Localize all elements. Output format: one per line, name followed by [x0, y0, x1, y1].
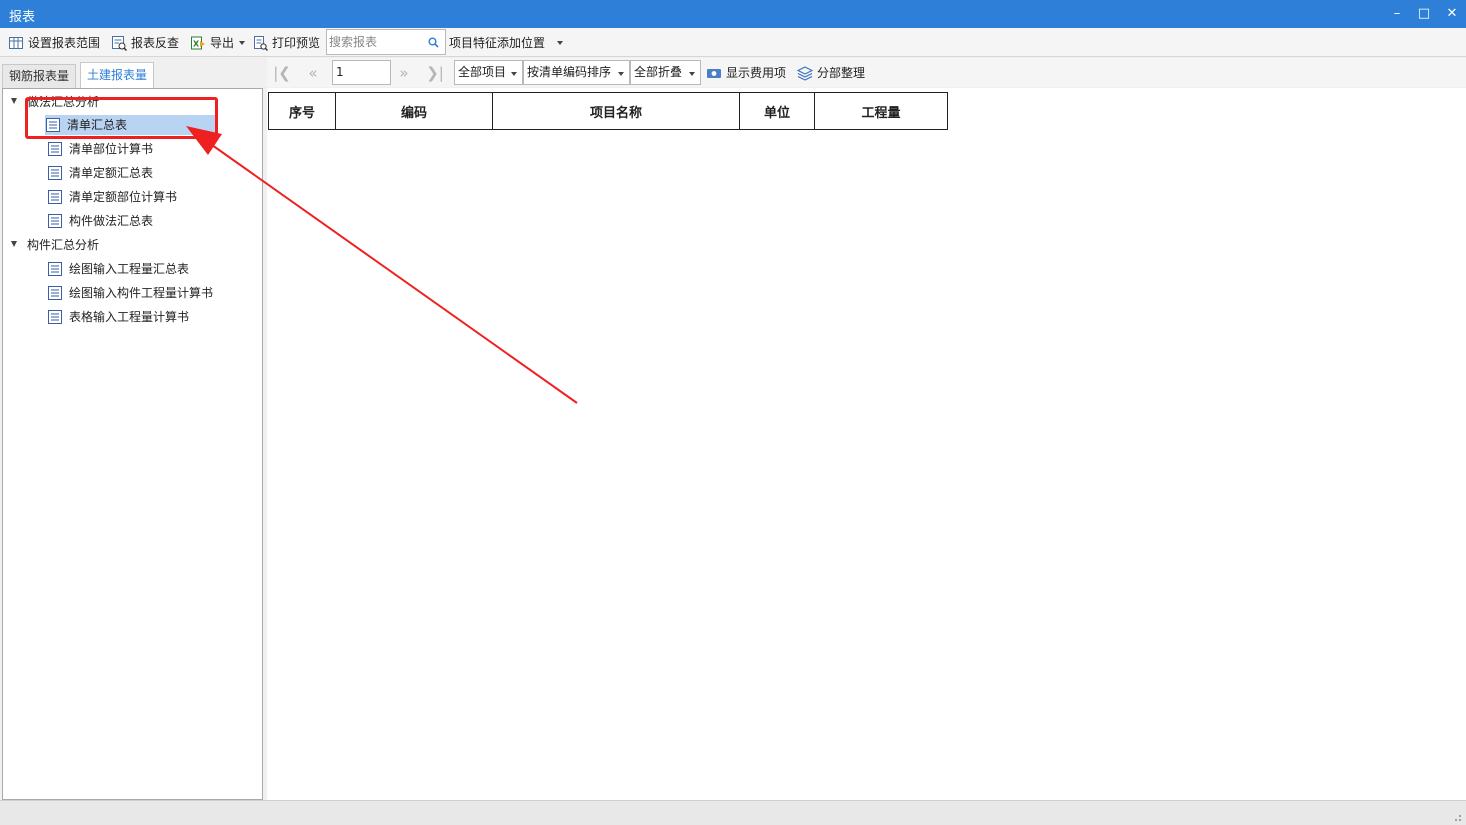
report-tree: 做法汇总分析 清单汇总表 清单部位计算书 清单定额汇总表 清单定额部位计算书 构… [2, 88, 263, 800]
window-title: 报表 [9, 10, 36, 25]
report-search-icon [112, 36, 127, 51]
report-check-label: 报表反查 [131, 36, 180, 50]
tree-item-label: 构件做法汇总表 [69, 214, 154, 228]
column-header-index[interactable]: 序号 [268, 92, 336, 130]
tree-item-bill-location-calc[interactable]: 清单部位计算书 [47, 139, 247, 159]
svg-text:X: X [193, 40, 200, 49]
report-view-panel: |❮ « 1 » ❯| 全部项目 按清单编码排序 全部折叠 显示费用项 分部整理 [267, 58, 1466, 800]
report-document-icon [48, 142, 62, 156]
tree-item-label: 绘图输入工程量汇总表 [69, 262, 190, 276]
print-preview-icon [254, 36, 268, 51]
report-type-tabs: 钢筋报表量 土建报表量 [2, 58, 263, 88]
chevron-down-icon [511, 72, 517, 76]
column-header-item-name[interactable]: 项目名称 [492, 92, 740, 130]
tree-group-component-summary[interactable]: 构件汇总分析 [11, 235, 211, 255]
report-content: 序号 编码 项目名称 单位 工程量 [267, 88, 1466, 800]
first-page-icon[interactable]: |❮ [271, 62, 293, 84]
close-icon[interactable]: ✕ [1440, 4, 1464, 24]
tree-item-label: 绘图输入构件工程量计算书 [69, 286, 214, 300]
status-bar [0, 800, 1466, 825]
search-input[interactable] [329, 33, 423, 51]
tree-group-label: 构件汇总分析 [27, 238, 100, 252]
expand-arrow-icon[interactable] [11, 98, 17, 104]
money-icon [707, 69, 721, 78]
title-bar: 报表 – □ ✕ [0, 0, 1466, 28]
report-toolbar: |❮ « 1 » ❯| 全部项目 按清单编码排序 全部折叠 显示费用项 分部整理 [267, 58, 1466, 87]
column-header-code[interactable]: 编码 [335, 92, 493, 130]
tree-item-table-input-calc[interactable]: 表格输入工程量计算书 [47, 307, 257, 327]
chevron-down-icon [618, 72, 624, 76]
fold-dropdown[interactable]: 全部折叠 [630, 60, 701, 85]
report-document-icon [48, 262, 62, 276]
minimize-icon[interactable]: – [1385, 4, 1409, 24]
show-fees-label: 显示费用项 [726, 66, 787, 80]
tree-item-label: 清单定额部位计算书 [69, 190, 178, 204]
main-toolbar: 设置报表范围 报表反查 X 导出 打印预览 项目特征添加位置 [0, 28, 1466, 57]
tab-rebar-report[interactable]: 钢筋报表量 [2, 64, 77, 88]
next-page-icon[interactable]: » [393, 62, 415, 84]
report-document-icon [48, 190, 62, 204]
column-header-quantity[interactable]: 工程量 [814, 92, 948, 130]
table-header-row: 序号 编码 项目名称 单位 工程量 [268, 92, 948, 130]
layers-icon [797, 66, 813, 81]
report-document-icon [48, 286, 62, 300]
set-report-range-label: 设置报表范围 [28, 36, 101, 50]
export-label: 导出 [210, 36, 235, 50]
item-filter-value: 全部项目 [458, 65, 507, 79]
tree-item-drawing-input-summary[interactable]: 绘图输入工程量汇总表 [47, 259, 257, 279]
search-box [326, 29, 446, 55]
column-header-unit[interactable]: 单位 [739, 92, 815, 130]
tree-item-bill-quota-summary[interactable]: 清单定额汇总表 [47, 163, 247, 183]
maximize-icon[interactable]: □ [1412, 4, 1436, 24]
chevron-down-icon [239, 41, 245, 45]
excel-export-icon: X [191, 36, 205, 50]
report-table: 序号 编码 项目名称 单位 工程量 [268, 92, 948, 130]
tab-civil-report[interactable]: 土建报表量 [80, 62, 155, 88]
item-filter-dropdown[interactable]: 全部项目 [454, 60, 523, 85]
last-page-icon[interactable]: ❯| [424, 62, 446, 84]
tree-item-bill-quota-location-calc[interactable]: 清单定额部位计算书 [47, 187, 247, 207]
print-preview-label: 打印预览 [272, 36, 321, 50]
tree-item-drawing-input-component-calc[interactable]: 绘图输入构件工程量计算书 [47, 283, 257, 303]
tree-item-label: 清单定额汇总表 [69, 166, 154, 180]
fold-value: 全部折叠 [634, 65, 683, 79]
section-arrange-label: 分部整理 [817, 66, 866, 80]
report-document-icon [48, 166, 62, 180]
tree-item-component-method-summary[interactable]: 构件做法汇总表 [47, 211, 247, 231]
feature-position-dropdown[interactable]: 项目特征添加位置 [449, 33, 563, 53]
search-icon[interactable] [428, 37, 439, 48]
report-tree-panel: 钢筋报表量 土建报表量 做法汇总分析 清单汇总表 清单部位计算书 清单定额汇总表… [2, 58, 263, 800]
chevron-down-icon [557, 41, 563, 45]
tree-item-label: 清单部位计算书 [69, 142, 154, 156]
feature-position-label: 项目特征添加位置 [449, 36, 546, 50]
grid-settings-icon [9, 37, 23, 49]
tree-item-label: 表格输入工程量计算书 [69, 310, 190, 324]
chevron-down-icon [689, 72, 695, 76]
resize-grip-icon[interactable] [1452, 812, 1462, 822]
page-number-input[interactable]: 1 [332, 60, 391, 85]
annotation-highlight-box [25, 97, 218, 139]
sort-dropdown[interactable]: 按清单编码排序 [523, 60, 630, 85]
prev-page-icon[interactable]: « [302, 62, 324, 84]
sort-value: 按清单编码排序 [527, 65, 612, 79]
expand-arrow-icon[interactable] [11, 241, 17, 247]
report-document-icon [48, 214, 62, 228]
report-document-icon [48, 310, 62, 324]
